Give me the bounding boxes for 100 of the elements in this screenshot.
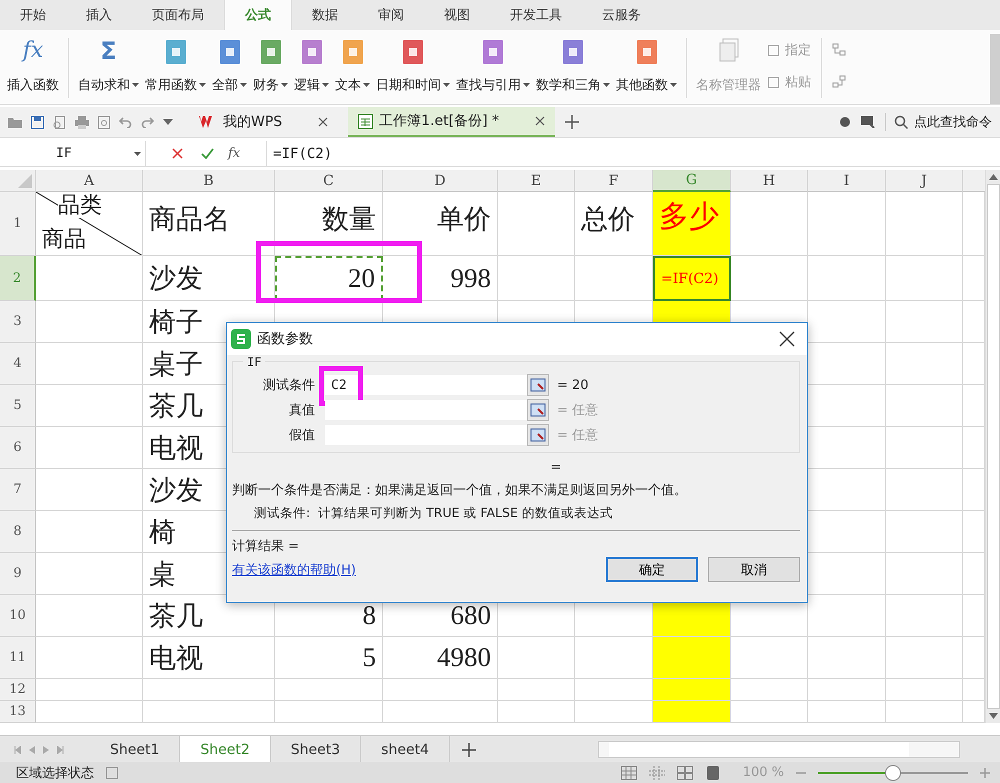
select-all-button[interactable] [0, 170, 36, 192]
inbox-icon[interactable] [861, 116, 875, 128]
undo-icon[interactable] [119, 116, 132, 128]
cell-picker-icon[interactable] [527, 424, 549, 446]
command-search-field[interactable]: 点此查找命令 [885, 113, 992, 131]
menu-tab[interactable]: 插入 [66, 0, 132, 30]
ribbon-button[interactable]: fx 插入函数 [4, 34, 62, 104]
ribbon-button[interactable]: 财务 [250, 34, 291, 104]
close-icon[interactable] [535, 116, 546, 126]
zoom-slider[interactable] [818, 764, 968, 780]
ribbon-button[interactable]: 查找与引用 [453, 34, 533, 104]
column-header[interactable]: C [275, 170, 383, 192]
ribbon-button[interactable]: 数学和三角 [533, 34, 613, 104]
menu-tab[interactable]: 开始 [0, 0, 66, 30]
formula-field[interactable]: =IF(C2) [266, 141, 1000, 166]
redo-icon[interactable] [141, 116, 154, 128]
normal-view-icon[interactable] [620, 766, 637, 780]
table-cell: 20 [275, 256, 383, 301]
column-header[interactable]: H [731, 170, 808, 192]
row-header[interactable]: 9 [0, 553, 36, 595]
add-sheet-icon[interactable] [462, 742, 476, 756]
result-preview: = [550, 460, 562, 475]
cell-picker-icon[interactable] [527, 399, 549, 421]
dialog-button[interactable]: 确定 [606, 557, 698, 582]
last-sheet-icon[interactable] [57, 746, 64, 754]
menu-tab[interactable]: 数据 [292, 0, 358, 30]
cancel-icon[interactable] [172, 148, 183, 159]
sheet-tab[interactable]: Sheet2 [180, 736, 271, 763]
tree-icon[interactable] [832, 43, 846, 57]
table-cell [963, 192, 985, 256]
row-header[interactable]: 4 [0, 343, 36, 385]
caret-icon[interactable] [163, 119, 173, 125]
argument-field[interactable]: C2 [325, 375, 527, 395]
page-view-icon[interactable] [648, 766, 665, 780]
previous-sheet-icon[interactable] [29, 746, 35, 754]
insert-function-icon[interactable]: fx [228, 146, 240, 161]
row-header[interactable]: 1 [0, 192, 36, 256]
ribbon-button[interactable]: 全部 [209, 34, 250, 104]
menu-tab[interactable]: 页面布局 [132, 0, 224, 30]
column-header[interactable]: A [36, 170, 143, 192]
first-sheet-icon[interactable] [14, 746, 21, 754]
row-header[interactable]: 12 [0, 679, 36, 701]
argument-label: 真值 [288, 402, 315, 419]
table-cell: 数量 [275, 192, 383, 256]
plus-icon[interactable] [565, 115, 580, 129]
ribbon-button[interactable]: 逻辑 [291, 34, 332, 104]
document-tab[interactable]: 工作簿1.et[备份] * [348, 107, 556, 137]
circle-icon[interactable] [839, 116, 851, 128]
check-icon[interactable] [201, 148, 214, 159]
document-icon[interactable] [53, 116, 66, 128]
ribbon-button[interactable]: 常用函数 [142, 34, 209, 104]
print-icon[interactable] [75, 116, 89, 128]
table-cell [963, 256, 985, 301]
menu-tab[interactable]: 审阅 [358, 0, 424, 30]
name-box[interactable]: IF [0, 141, 146, 166]
row-header[interactable]: 3 [0, 301, 36, 343]
vertical-scrollbar[interactable] [985, 170, 1000, 723]
row-header[interactable]: 11 [0, 637, 36, 679]
save-icon[interactable] [31, 116, 44, 128]
argument-result: = 任意 [557, 402, 598, 419]
menu-tab[interactable]: 视图 [424, 0, 490, 30]
zoom-in-icon[interactable] [980, 768, 990, 778]
column-header[interactable]: B [143, 170, 275, 192]
column-header[interactable]: E [498, 170, 575, 192]
row-header[interactable]: 5 [0, 385, 36, 427]
tree-icon[interactable] [832, 75, 846, 89]
cell-picker-icon[interactable] [527, 374, 549, 396]
argument-field[interactable] [325, 400, 527, 420]
list-icon[interactable] [106, 766, 118, 778]
row-header[interactable]: 13 [0, 701, 36, 723]
ribbon-button[interactable]: 日期和时间 [373, 34, 453, 104]
page-break-icon[interactable] [676, 766, 693, 780]
row-header[interactable]: 6 [0, 427, 36, 469]
column-header[interactable]: F [575, 170, 653, 192]
horizontal-scrollbar[interactable] [598, 741, 960, 758]
dialog-button[interactable]: 取消 [708, 557, 800, 582]
reading-icon[interactable] [704, 766, 721, 780]
close-icon[interactable] [779, 331, 795, 347]
ribbon-button[interactable]: 文本 [332, 34, 373, 104]
row-header[interactable]: 7 [0, 469, 36, 511]
next-sheet-icon[interactable] [43, 746, 49, 754]
column-header[interactable]: I [808, 170, 886, 192]
argument-field[interactable] [325, 425, 527, 445]
close-icon[interactable] [318, 117, 328, 127]
caret-icon [134, 152, 141, 156]
column-header[interactable]: D [383, 170, 498, 192]
menu-tab[interactable]: 开发工具 [490, 0, 582, 30]
folder-icon[interactable] [8, 116, 22, 128]
ribbon-button[interactable]: 其他函数 [613, 34, 680, 104]
column-header[interactable]: J [886, 170, 963, 192]
argument-label: 假值 [288, 427, 315, 444]
menu-tab[interactable]: 云服务 [582, 0, 661, 30]
table-cell: 5 [275, 637, 383, 679]
row-header[interactable]: 8 [0, 511, 36, 553]
menu-tab[interactable]: 公式 [224, 0, 292, 30]
document-tab[interactable]: 我的WPS [189, 107, 338, 137]
preview-icon[interactable] [98, 116, 110, 128]
table-cell [963, 343, 985, 385]
row-header[interactable]: 10 [0, 595, 36, 637]
ribbon-button[interactable]: Σ 自动求和 [75, 34, 142, 104]
